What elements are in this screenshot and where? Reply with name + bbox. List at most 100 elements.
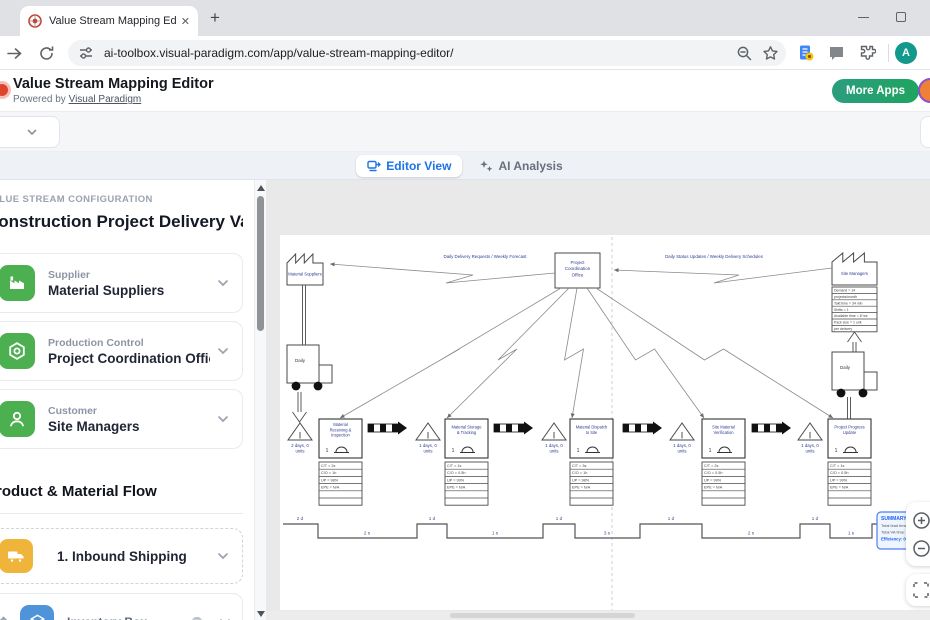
process-data-box[interactable]: C/T = 1sC/O = 0.5hUP = 99%EPE = N/A	[445, 462, 488, 505]
diagram-label: Material Storage	[451, 425, 482, 430]
diagram-label: Receiving &	[330, 427, 352, 432]
diagram-label: units	[677, 449, 686, 454]
editor-view-icon	[367, 159, 381, 173]
ai-sparkles-icon	[479, 159, 493, 173]
diagram-label: 1 s	[492, 531, 499, 536]
diagram-label: 1	[709, 448, 712, 454]
diagram-label: Site Managers	[841, 271, 868, 276]
tab-ai-analysis[interactable]: AI Analysis	[468, 155, 573, 177]
configuration-sidebar: VALUE STREAM CONFIGURATION Construction …	[0, 180, 254, 620]
party-card-supplier[interactable]: Supplier Material Suppliers	[0, 253, 243, 313]
vsm-diagram: Material SuppliersSite ManagersProjectCo…	[266, 180, 930, 620]
chevron-down-icon[interactable]	[216, 344, 230, 358]
tab-editor-view[interactable]: Editor View	[356, 155, 462, 177]
forward-icon[interactable]	[6, 45, 23, 62]
diagram-label: 1 days, 0	[419, 443, 437, 448]
bookmark-star-icon[interactable]	[762, 45, 779, 62]
process-box[interactable]: Site MaterialVerification1	[702, 419, 745, 458]
more-apps-button[interactable]: More Apps	[832, 79, 919, 103]
chevron-down-icon[interactable]	[216, 276, 230, 290]
customer-data-box[interactable]: Demand = 14projects/monthTakt time = 34 …	[832, 287, 877, 332]
process-data-box[interactable]: C/T = 2sC/O = 0.5hUP = 99%EPE = N/A	[702, 462, 745, 505]
extensions-puzzle-icon[interactable]	[858, 44, 876, 62]
diagram-label: UP = 99%	[704, 478, 722, 482]
diagram-label: C/T = 1s	[830, 464, 844, 468]
hscrollbar-thumb[interactable]	[450, 613, 635, 618]
diagram-label: 3 s	[604, 531, 611, 536]
diagram-label: EPE = N/A	[704, 486, 723, 490]
cube-icon	[20, 605, 54, 620]
party-card-production-control[interactable]: Production Control Project Coordination …	[0, 321, 243, 381]
diagram-label: I	[299, 431, 302, 441]
diagram-canvas[interactable]: Material SuppliersSite ManagersProjectCo…	[266, 180, 930, 620]
process-data-box[interactable]: C/T = 2sC/O = 1hUP = 98%EPE = N/A	[319, 462, 362, 505]
zoom-in-icon[interactable]	[912, 511, 930, 530]
inventory-box-item[interactable]: Inventory Box	[0, 593, 243, 620]
diagram-label: C/O = 1h	[572, 471, 587, 475]
browser-window: Value Stream Mapping Editor ✕ + ai-toolb…	[0, 0, 930, 620]
chevron-down-icon	[26, 126, 38, 138]
factory-icon	[0, 265, 35, 301]
inventory-box-label: Inventory Box	[67, 615, 190, 620]
diagram-label: Available time = 8 hrs	[834, 314, 868, 318]
chevron-down-icon[interactable]	[218, 615, 232, 620]
process-data-box[interactable]: C/T = 1sC/O = 0.5hUP = 99%EPE = N/A	[828, 462, 871, 505]
zoom-out-icon[interactable]	[912, 539, 930, 558]
window-maximize-icon[interactable]	[896, 12, 906, 22]
process-box[interactable]: MaterialReceiving &Inspection1	[319, 419, 362, 458]
process-box[interactable]: Material Storage& Tracking1	[445, 419, 488, 458]
view-tabs: Editor View AI Analysis	[0, 152, 930, 180]
sidebar-section-label: VALUE STREAM CONFIGURATION	[0, 194, 254, 205]
trash-icon[interactable]	[190, 615, 204, 620]
sidebar-scrollbar[interactable]	[254, 180, 266, 620]
scroll-up-arrow[interactable]	[257, 185, 265, 191]
url-text[interactable]: ai-toolbox.visual-paradigm.com/app/value…	[104, 46, 454, 60]
diagram-label: EPE = N/A	[447, 486, 466, 490]
visual-paradigm-link[interactable]: Visual Paradigm	[69, 94, 142, 105]
diagram-label: 1 d	[668, 516, 675, 521]
diagram-label: & Tracking	[457, 430, 477, 435]
diagram-label: 1	[577, 448, 580, 454]
fit-screen-icon[interactable]	[912, 581, 930, 599]
production-control-box[interactable]: ProjectCoordinationOffice	[555, 253, 600, 288]
process-box[interactable]: Material Dispatchto Site1	[570, 419, 613, 458]
party-name: Project Coordination Office	[48, 351, 210, 366]
diagram-select-dropdown[interactable]: e	[0, 116, 60, 148]
process-box[interactable]: Project ProgressUpdate1	[828, 419, 871, 458]
toolbar-right-button[interactable]	[920, 116, 930, 148]
scrollbar-thumb[interactable]	[257, 196, 264, 331]
site-settings-icon[interactable]	[78, 45, 94, 61]
diagram-label: I	[427, 431, 430, 441]
tab-close-icon[interactable]: ✕	[181, 15, 190, 28]
diagram-label: units	[423, 449, 432, 454]
browser-profile-avatar[interactable]: A	[895, 42, 917, 64]
extension-docs-icon[interactable]	[797, 44, 815, 62]
url-bar[interactable]: ai-toolbox.visual-paradigm.com/app/value…	[68, 40, 786, 66]
chevron-down-icon[interactable]	[216, 549, 230, 563]
diagram-label: SUMMARY	[881, 516, 907, 522]
diagram-label: 1 d	[812, 516, 819, 521]
diagram-label: units	[295, 449, 304, 454]
extension-chat-icon[interactable]	[828, 45, 845, 62]
window-minimize-icon[interactable]	[858, 17, 869, 18]
move-up-icon[interactable]	[0, 615, 10, 620]
party-card-customer[interactable]: Customer Site Managers	[0, 389, 243, 449]
zoom-out-page-icon[interactable]	[736, 45, 753, 62]
party-type: Customer	[48, 405, 210, 417]
main-content: VALUE STREAM CONFIGURATION Construction …	[0, 180, 930, 620]
browser-tab[interactable]: Value Stream Mapping Editor ✕	[20, 6, 198, 36]
process-data-box[interactable]: C/T = 3sC/O = 1hUP = 98%EPE = N/A	[570, 462, 613, 505]
scroll-down-arrow[interactable]	[257, 611, 265, 617]
chevron-down-icon[interactable]	[216, 412, 230, 426]
editor-view-label: Editor View	[386, 159, 451, 173]
gear-icon	[0, 333, 35, 369]
reload-icon[interactable]	[38, 45, 55, 62]
party-name: Site Managers	[48, 419, 210, 434]
app-title: Value Stream Mapping Editor	[13, 76, 214, 92]
diagram-label: Office	[572, 272, 584, 277]
new-tab-button[interactable]: +	[210, 8, 220, 28]
diagram-label: C/O = 0.5h	[704, 471, 722, 475]
app-user-avatar[interactable]	[918, 78, 930, 103]
flow-item-inbound-shipping[interactable]: 1. Inbound Shipping	[0, 528, 243, 584]
flow-section-header: Product & Material Flow	[0, 483, 254, 500]
